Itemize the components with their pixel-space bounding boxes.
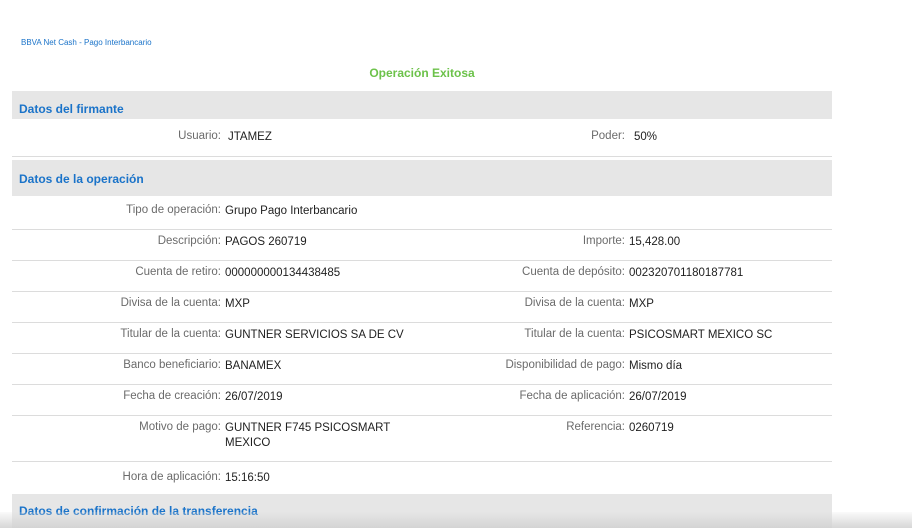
- operation-row: Motivo de pago: GUNTNER F745 PSICOSMART …: [12, 421, 832, 462]
- operation-field-value: PSICOSMART MEXICO SC: [629, 329, 773, 341]
- signer-row: Usuario: JTAMEZ Poder: 50%: [12, 130, 832, 157]
- operation-field-value: Mismo día: [629, 360, 683, 372]
- operation-field-value: 26/07/2019: [225, 391, 283, 403]
- usuario-label: Usuario:: [178, 130, 221, 142]
- operation-field-label: Importe:: [582, 235, 625, 247]
- section-header-operation: Datos de la operación: [12, 160, 832, 196]
- operation-field-label: Motivo de pago:: [139, 421, 221, 433]
- operation-field-value: 000000000134438485: [225, 267, 341, 279]
- operation-row: Cuenta de retiro: 000000000134438485 Cue…: [12, 266, 832, 292]
- operation-row: Fecha de creación: 26/07/2019 Fecha de a…: [12, 390, 832, 416]
- operation-field-value: BANAMEX: [225, 360, 282, 372]
- breadcrumb[interactable]: BBVA Net Cash - Pago Interbancario: [21, 38, 152, 47]
- operation-field-value: PAGOS 260719: [225, 236, 307, 248]
- operation-field-label: Titular de la cuenta:: [524, 328, 625, 340]
- operation-field-label: Cuenta de retiro:: [135, 266, 221, 278]
- usuario-value: JTAMEZ: [228, 131, 272, 143]
- operation-row: Descripción: PAGOS 260719 Importe: 15,42…: [12, 235, 832, 261]
- poder-label: Poder:: [591, 130, 625, 142]
- page: BBVA Net Cash - Pago Interbancario Opera…: [0, 0, 912, 528]
- operation-field-value: 15:16:50: [225, 472, 270, 484]
- operation-status: Operación Exitosa: [369, 66, 475, 80]
- operation-field-label: Tipo de operación:: [126, 204, 221, 216]
- bottom-fade: [0, 512, 912, 528]
- operation-field-label: Divisa de la cuenta:: [120, 297, 221, 309]
- operation-field-label: Titular de la cuenta:: [120, 328, 221, 340]
- operation-field-value: 002320701180187781: [629, 267, 744, 279]
- operation-field-label: Hora de aplicación:: [122, 471, 221, 483]
- operation-field-value: GUNTNER F745 PSICOSMART MEXICO: [225, 422, 391, 449]
- operation-field-value: GUNTNER SERVICIOS SA DE CV: [225, 329, 404, 341]
- poder-value: 50%: [634, 131, 658, 143]
- operation-field-label: Fecha de creación:: [123, 390, 221, 402]
- operation-field-label: Fecha de aplicación:: [519, 390, 625, 402]
- operation-field-value: 0260719: [629, 422, 674, 434]
- operation-field-value: Grupo Pago Interbancario: [225, 205, 358, 217]
- operation-field-value: 15,428.00: [629, 236, 681, 248]
- operation-field-label: Referencia:: [566, 421, 625, 433]
- section-header-signer: Datos del firmante: [12, 91, 832, 119]
- operation-row: Tipo de operación: Grupo Pago Interbanca…: [12, 204, 832, 230]
- operation-field-label: Disponibilidad de pago:: [505, 359, 625, 371]
- operation-row: Titular de la cuenta: GUNTNER SERVICIOS …: [12, 328, 832, 354]
- operation-field-label: Descripción:: [157, 235, 221, 247]
- operation-row: Banco beneficiario: BANAMEX Disponibilid…: [12, 359, 832, 385]
- operation-field-label: Divisa de la cuenta:: [524, 297, 625, 309]
- operation-field-value: 26/07/2019: [629, 391, 687, 403]
- operation-row: Divisa de la cuenta: MXP Divisa de la cu…: [12, 297, 832, 323]
- operation-field-value: MXP: [225, 298, 250, 310]
- operation-row: Hora de aplicación: 15:16:50: [12, 471, 832, 491]
- operation-field-value: MXP: [629, 298, 654, 310]
- operation-field-label: Cuenta de depósito:: [522, 266, 625, 278]
- operation-field-label: Banco beneficiario:: [123, 359, 221, 371]
